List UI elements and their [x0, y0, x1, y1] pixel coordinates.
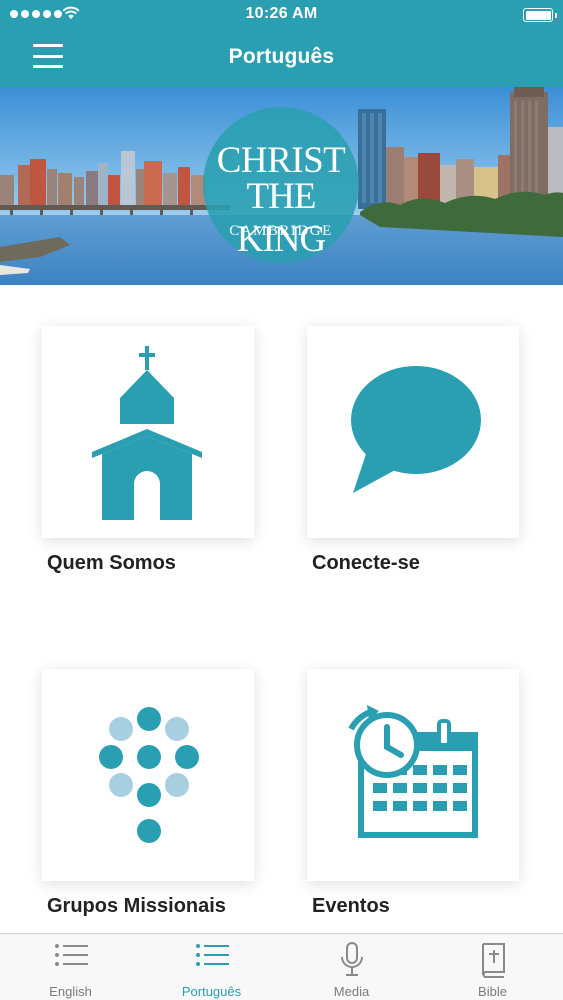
list-icon: [54, 944, 88, 966]
microphone-icon: [340, 942, 363, 976]
tab-bar: English Português Media Bible: [0, 933, 563, 1000]
calendar-clock-icon: [348, 705, 478, 838]
tab-label: Bible: [478, 984, 507, 999]
status-time: 10:26 AM: [245, 5, 318, 22]
logo-line-2: THE KING: [236, 176, 326, 260]
tile-label[interactable]: Grupos Missionais: [47, 895, 226, 918]
tab-english[interactable]: English: [0, 934, 141, 1000]
battery-icon: [523, 8, 557, 22]
page-title: Português: [228, 45, 335, 68]
tile-quem-somos[interactable]: [42, 326, 254, 538]
tab-label: Media: [333, 984, 370, 999]
tab-portugues[interactable]: Português: [141, 934, 282, 1000]
bible-icon: [481, 943, 505, 978]
tab-bible[interactable]: Bible: [422, 934, 563, 1000]
banner-image: CHRIST THE KING CAMBRIDGE: [0, 87, 563, 285]
grape-cluster-icon: [99, 707, 199, 843]
list-icon: [195, 944, 229, 966]
tile-label[interactable]: Conecte-se: [312, 552, 420, 575]
app-screen: 10:26 AM Português CHRIST THE KING CAMBR…: [0, 0, 563, 1000]
tab-media[interactable]: Media: [281, 934, 422, 1000]
church-icon: [92, 346, 202, 520]
status-bar: 10:26 AM: [0, 0, 563, 30]
tile-eventos[interactable]: [307, 669, 519, 881]
tab-label: Português: [181, 984, 242, 999]
tile-grupos-missionais[interactable]: [42, 669, 254, 881]
tab-label: English: [49, 984, 92, 999]
logo-line-3: CAMBRIDGE: [229, 223, 333, 239]
tile-label[interactable]: Quem Somos: [47, 552, 176, 575]
speech-bubble-icon: [351, 366, 481, 493]
tile-conecte-se[interactable]: [307, 326, 519, 538]
header: 10:26 AM Português: [0, 0, 563, 87]
tile-label[interactable]: Eventos: [312, 895, 390, 918]
